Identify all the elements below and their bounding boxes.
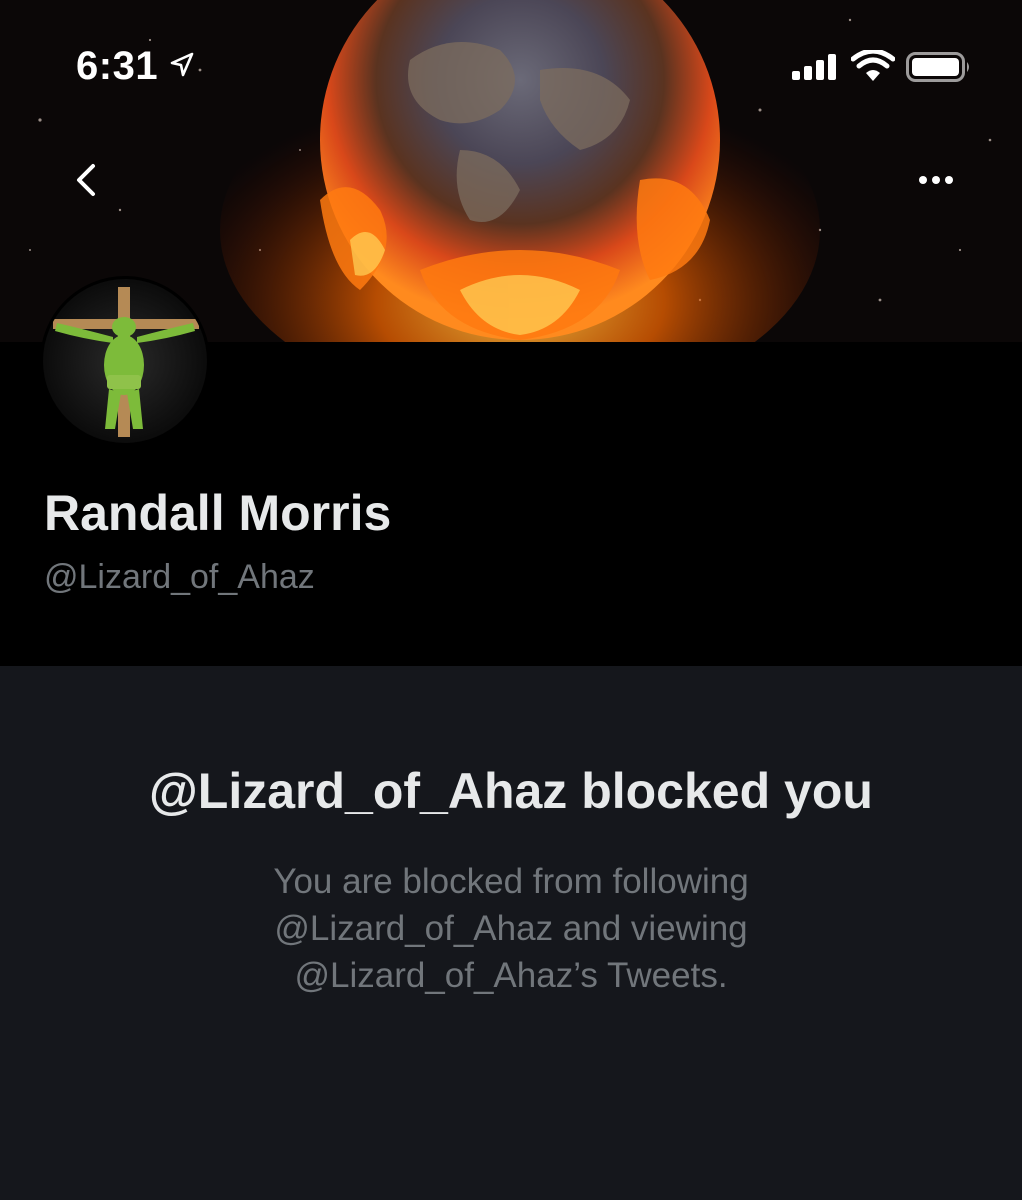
blocked-message-line: @Lizard_of_Ahaz’s Tweets.	[294, 956, 728, 995]
more-horizontal-icon	[919, 176, 953, 184]
crucified-frog-avatar-image	[43, 279, 207, 443]
blocked-message-line: You are blocked from following	[273, 862, 749, 901]
battery-icon	[906, 52, 969, 82]
location-arrow-icon	[170, 52, 194, 77]
blocked-message: You are blocked from following @Lizard_o…	[200, 858, 822, 999]
avatar[interactable]	[40, 276, 210, 446]
profile-display-name: Randall Morris	[44, 485, 392, 541]
status-time: 6:31	[76, 44, 159, 88]
blocked-title: @Lizard_of_Ahaz blocked you	[149, 763, 873, 819]
back-button[interactable]	[56, 150, 116, 210]
cellular-signal-icon	[792, 54, 836, 80]
more-options-button[interactable]	[906, 150, 966, 210]
blocked-message-line: @Lizard_of_Ahaz and viewing	[274, 909, 748, 948]
wifi-icon	[851, 50, 895, 81]
profile-handle: @Lizard_of_Ahaz	[44, 558, 315, 596]
blocked-notice: @Lizard_of_Ahaz blocked you You are bloc…	[0, 666, 1022, 1200]
chevron-left-icon	[77, 164, 95, 196]
profile-screen: 6:31 Randall Morris @Lizard_of_Ahaz @Liz…	[0, 0, 1022, 1200]
status-bar: 6:31	[0, 0, 1022, 130]
